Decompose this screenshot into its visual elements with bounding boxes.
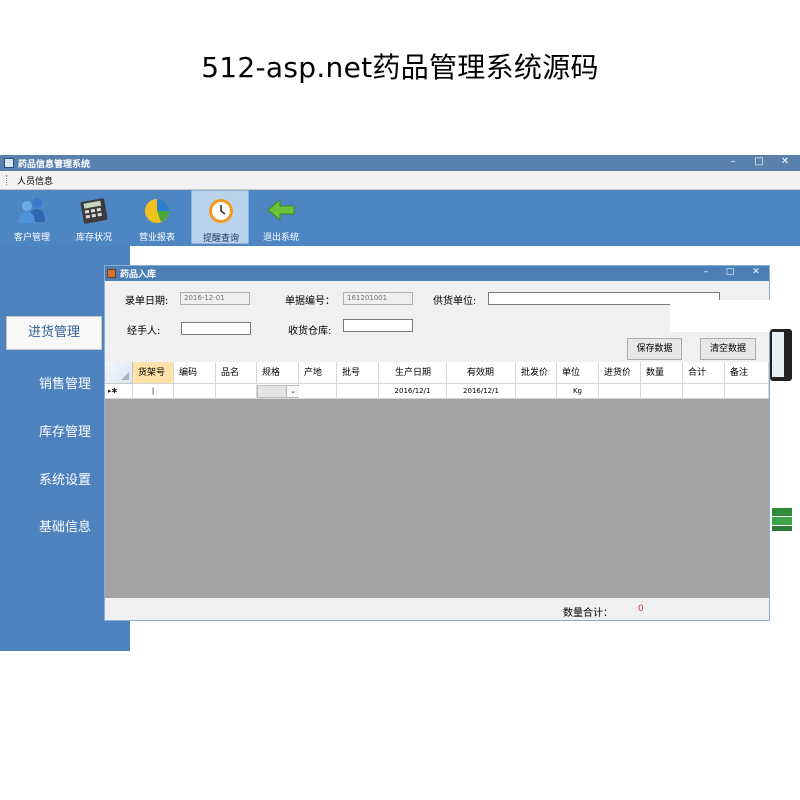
grid-header: 货架号 编码 品名 规格 产地 批号 生产日期 有效期 批发价 单位 进货价 数… xyxy=(105,362,769,384)
toolbar-label: 退出系统 xyxy=(262,233,299,243)
column-header[interactable]: 品名 xyxy=(216,362,257,384)
column-header[interactable]: 进货价 xyxy=(599,362,641,384)
window-titlebar: 药品信息管理系统 – □ ✕ xyxy=(0,155,800,171)
window-title: 药品信息管理系统 xyxy=(18,160,91,170)
toolbar-inventory-button[interactable]: 库存状况 xyxy=(65,190,123,244)
toolbar-reminder-button[interactable]: 提醒查询 xyxy=(191,190,249,244)
grid-cell[interactable] xyxy=(337,384,379,399)
users-icon xyxy=(19,198,45,223)
exit-arrow-icon xyxy=(267,198,295,222)
dialog-minimize-icon[interactable]: – xyxy=(695,266,717,280)
spec-dropdown[interactable]: ⌄ xyxy=(257,385,300,398)
toolbar-report-button[interactable]: 营业报表 xyxy=(128,190,186,244)
handler-field[interactable] xyxy=(181,322,251,335)
dialog-title: 药品入库 xyxy=(120,270,157,280)
toolbar-label: 客户管理 xyxy=(13,233,50,243)
stock-in-grid: 货架号 编码 品名 规格 产地 批号 生产日期 有效期 批发价 单位 进货价 数… xyxy=(105,362,769,598)
grid-cell[interactable] xyxy=(725,384,769,399)
column-header[interactable]: 数量 xyxy=(641,362,683,384)
menu-item-personnel[interactable]: 人员信息 xyxy=(17,174,53,187)
column-header[interactable]: 合计 xyxy=(683,362,725,384)
dialog-footer: 数量合计： 0 xyxy=(105,598,769,620)
column-header[interactable]: 编码 xyxy=(174,362,216,384)
grid-cell[interactable]: 2016/12/1 xyxy=(379,384,447,399)
column-header[interactable]: 批发价 xyxy=(516,362,557,384)
sidebar-item-purchase[interactable]: 进货管理 xyxy=(6,316,102,350)
grid-cell[interactable] xyxy=(641,384,683,399)
grid-cell[interactable] xyxy=(599,384,641,399)
save-button[interactable]: 保存数据 xyxy=(627,338,682,360)
phone-image xyxy=(770,329,792,381)
clock-icon xyxy=(209,199,233,223)
column-header[interactable]: 生产日期 xyxy=(379,362,447,384)
dialog-close-icon[interactable]: ✕ xyxy=(745,266,767,280)
column-header[interactable]: 单位 xyxy=(557,362,599,384)
clear-button[interactable]: 清空数据 xyxy=(700,338,756,360)
column-header[interactable]: 货架号 xyxy=(133,362,174,384)
column-header[interactable]: 规格 xyxy=(257,362,299,384)
date-field[interactable]: 2016-12-01 xyxy=(180,292,250,305)
dialog-titlebar: 药品入库 – □ ✕ xyxy=(105,266,769,281)
grid-cell[interactable] xyxy=(174,384,216,399)
toolbar-label: 营业报表 xyxy=(138,233,175,243)
toolbar-label: 库存状况 xyxy=(75,233,112,243)
row-header-marker[interactable]: ▸✱ xyxy=(105,384,133,399)
supplier-label: 供货单位: xyxy=(433,296,477,307)
grid-cell[interactable]: Kg xyxy=(557,384,599,399)
app-icon xyxy=(4,158,14,168)
dialog-icon xyxy=(107,269,116,278)
quantity-total-label: 数量合计： xyxy=(563,608,613,619)
column-header[interactable]: 产地 xyxy=(299,362,337,384)
pie-chart-icon xyxy=(145,199,169,223)
order-no-label: 单据编号： xyxy=(285,296,335,307)
grid-cell[interactable]: 2016/12/1 xyxy=(447,384,516,399)
dialog-maximize-icon[interactable]: □ xyxy=(719,266,741,280)
toolbar-label: 提醒查询 xyxy=(202,234,239,244)
warehouse-label: 收货仓库: xyxy=(288,326,332,337)
toolbar: 客户管理 库存状况 营业报表 提醒查询 退出系统 xyxy=(0,190,800,246)
menu-bar: 人员信息 xyxy=(0,171,800,190)
warehouse-field[interactable] xyxy=(343,319,413,332)
quantity-total-value: 0 xyxy=(638,604,644,614)
menu-grip xyxy=(6,175,9,185)
banner-title: 512-asp.net药品管理系统源码 xyxy=(201,51,599,84)
overlay-patch xyxy=(670,300,770,332)
grid-cell[interactable] xyxy=(216,384,257,399)
toolbar-customer-button[interactable]: 客户管理 xyxy=(3,190,61,244)
toolbar-exit-button[interactable]: 退出系统 xyxy=(252,190,310,244)
grid-select-all[interactable] xyxy=(105,362,133,384)
grid-cell[interactable] xyxy=(299,384,337,399)
table-row[interactable]: ▸✱ | ⌄ 2016/12/1 2016/12/1 Kg xyxy=(105,384,769,399)
chevron-down-icon[interactable]: ⌄ xyxy=(286,386,299,397)
app-window: 药品信息管理系统 – □ ✕ 人员信息 客户管理 库存状况 营业报表 提醒查询 … xyxy=(0,155,800,651)
order-no-field[interactable]: 161201001 xyxy=(343,292,413,305)
column-header[interactable]: 批号 xyxy=(337,362,379,384)
minimize-icon[interactable]: – xyxy=(722,155,744,169)
money-image xyxy=(772,508,792,531)
column-header[interactable]: 有效期 xyxy=(447,362,516,384)
grid-cell[interactable] xyxy=(683,384,725,399)
maximize-icon[interactable]: □ xyxy=(748,155,770,169)
handler-label: 经手人: xyxy=(127,326,161,337)
grid-cell[interactable]: | xyxy=(133,384,174,399)
close-icon[interactable]: ✕ xyxy=(774,155,796,169)
date-label: 录单日期: xyxy=(125,296,169,307)
title-banner: 512-asp.net药品管理系统源码 xyxy=(0,0,800,155)
grid-cell[interactable] xyxy=(516,384,557,399)
calculator-icon xyxy=(80,198,108,224)
column-header[interactable]: 备注 xyxy=(725,362,769,384)
